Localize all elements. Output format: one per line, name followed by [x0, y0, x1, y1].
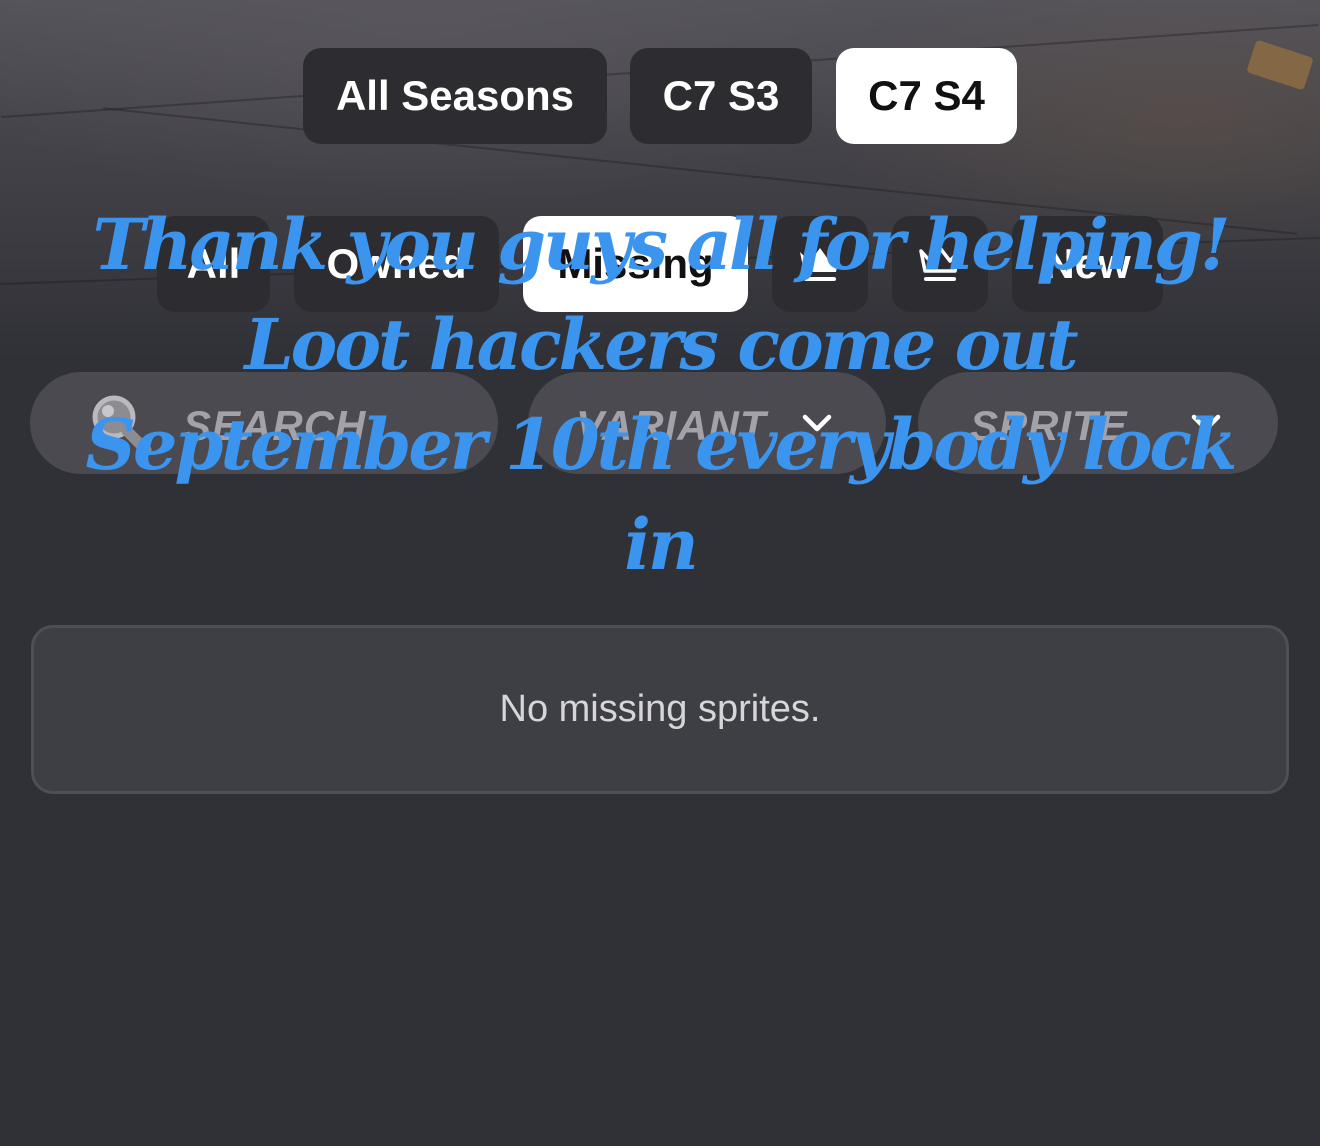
sprite-dropdown-label: SPRITE [970, 402, 1128, 449]
empty-state-message: No missing sprites. [499, 688, 821, 730]
sprite-dropdown[interactable]: SPRITE [918, 372, 1278, 474]
background-decoration [1246, 39, 1314, 91]
chevron-down-icon [1191, 414, 1221, 432]
filter-tab-new[interactable]: New [1012, 216, 1163, 312]
season-tab-all-seasons[interactable]: All Seasons [303, 48, 607, 144]
filter-tab-crown-filled[interactable] [772, 216, 868, 312]
variant-dropdown[interactable]: VARIANT [528, 372, 886, 474]
search-field[interactable]: SEARCH [30, 372, 498, 474]
crown-outline-icon [919, 246, 961, 281]
search-icon [92, 395, 152, 456]
crown-filled-icon [800, 248, 840, 281]
variant-dropdown-label: VARIANT [576, 402, 767, 449]
filter-tab-owned[interactable]: Owned [294, 216, 499, 312]
empty-state-card: No missing sprites. [31, 625, 1289, 794]
filter-tab-crown-outline[interactable] [892, 216, 988, 312]
filter-tab-all[interactable]: All [157, 216, 270, 312]
filter-tab-missing[interactable]: Missing [523, 216, 748, 312]
season-tab-c7-s4[interactable]: C7 S4 [836, 48, 1017, 144]
search-placeholder: SEARCH [183, 402, 367, 449]
season-tab-c7-s3[interactable]: C7 S3 [630, 48, 812, 144]
chevron-down-icon [802, 414, 832, 432]
